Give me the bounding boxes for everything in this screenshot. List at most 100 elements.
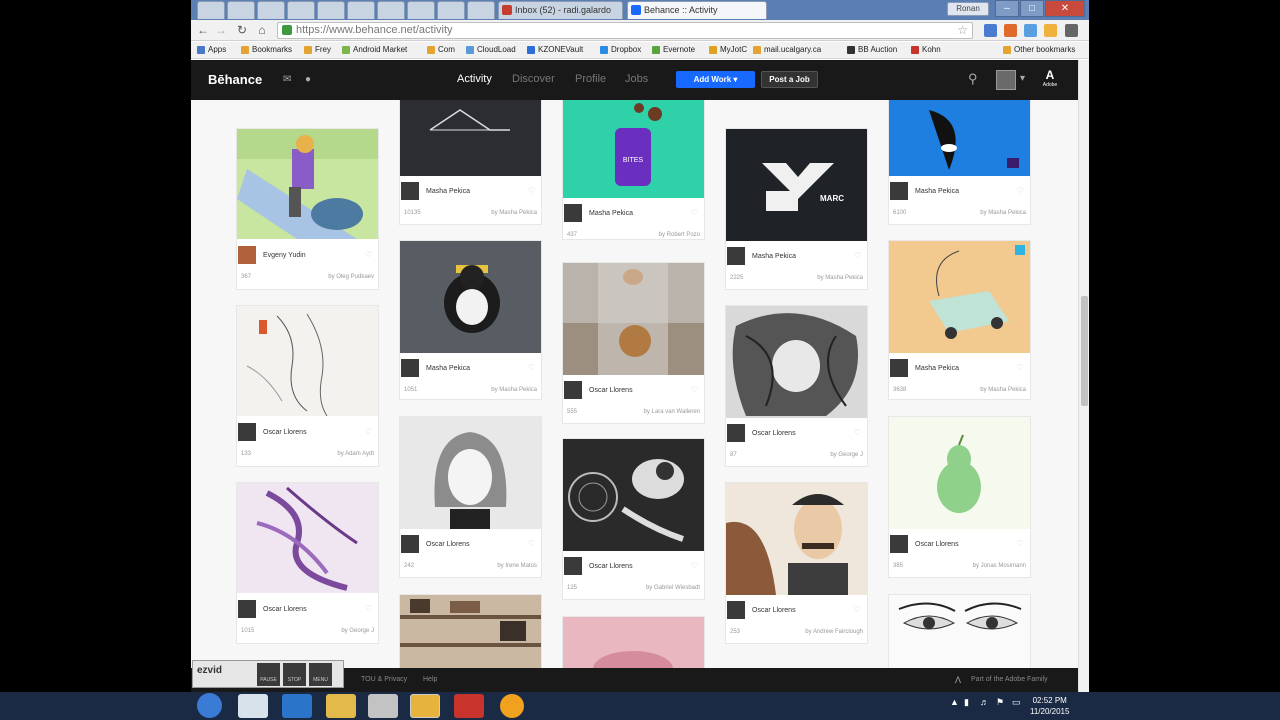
- card-owner[interactable]: by Masha Pekica: [491, 387, 537, 393]
- creator-name[interactable]: Masha Pekica: [915, 365, 959, 372]
- project-thumbnail-orca[interactable]: [889, 100, 1030, 176]
- appreciate-icon[interactable]: ♡: [528, 363, 535, 372]
- appreciate-icon[interactable]: ♡: [854, 428, 861, 437]
- project-card[interactable]: Oscar Llorens ♡ 385 by Jonas Mosimann: [888, 416, 1031, 578]
- bookmark-item[interactable]: Other bookmarks: [1003, 45, 1075, 54]
- creator-name[interactable]: Masha Pekica: [752, 253, 796, 260]
- project-card[interactable]: [562, 616, 705, 668]
- creator-avatar[interactable]: [401, 182, 419, 200]
- creator-name[interactable]: Masha Pekica: [426, 365, 470, 372]
- project-thumbnail-hair[interactable]: [726, 306, 867, 418]
- headphones-icon[interactable]: [500, 694, 524, 718]
- project-card[interactable]: Oscar Llorens ♡ 133 by Adam Aydt: [236, 305, 379, 467]
- creator-avatar[interactable]: [238, 423, 256, 441]
- project-card[interactable]: Evgeny Yudin ♡ 367 by Oleg Pudkaev: [236, 128, 379, 290]
- folder-icon[interactable]: [326, 694, 356, 718]
- project-card[interactable]: Masha Pekica ♡ 1051 by Masha Pekica: [399, 240, 542, 400]
- pinned-tab[interactable]: [407, 1, 435, 19]
- start-button[interactable]: [197, 693, 222, 718]
- network-icon[interactable]: ▮: [964, 697, 969, 708]
- pinned-tab[interactable]: [347, 1, 375, 19]
- creator-avatar[interactable]: [238, 600, 256, 618]
- card-owner[interactable]: by Masha Pekica: [980, 387, 1026, 393]
- card-owner[interactable]: by Masha Pekica: [817, 275, 863, 281]
- bookmark-item[interactable]: Apps: [197, 45, 226, 54]
- add-work-button[interactable]: Add Work ▾: [676, 71, 755, 88]
- card-owner[interactable]: by Masha Pekica: [980, 210, 1026, 216]
- pause-button[interactable]: PAUSE: [257, 663, 280, 686]
- stop-button[interactable]: STOP: [283, 663, 306, 686]
- project-card[interactable]: Masha Pekica ♡ 3638 by Masha Pekica: [888, 240, 1031, 400]
- extension-icon[interactable]: [1024, 24, 1037, 37]
- project-card[interactable]: Masha Pekica ♡ 6100 by Masha Pekica: [888, 100, 1031, 225]
- project-thumbnail-sketch[interactable]: [237, 306, 378, 416]
- maximize-icon[interactable]: □: [1020, 0, 1044, 17]
- scrollbar-thumb[interactable]: [1081, 296, 1088, 406]
- pinned-tab[interactable]: [467, 1, 495, 19]
- creator-avatar[interactable]: [564, 557, 582, 575]
- bookmark-item[interactable]: MyJotC: [709, 45, 747, 54]
- bookmark-item[interactable]: Evernote: [652, 45, 695, 54]
- card-owner[interactable]: by Lara van Walleren: [644, 409, 700, 415]
- nav-jobs[interactable]: Jobs: [625, 73, 648, 85]
- creator-name[interactable]: Evgeny Yudin: [263, 252, 306, 259]
- adobe-logo[interactable]: A Adobe: [1040, 68, 1060, 92]
- address-bar[interactable]: https://www.behance.net/activity ☆: [277, 22, 973, 39]
- pinned-tab[interactable]: [377, 1, 405, 19]
- home-icon[interactable]: ⌂: [254, 23, 270, 37]
- project-thumbnail-pink[interactable]: [563, 617, 704, 668]
- creator-avatar[interactable]: [401, 535, 419, 553]
- appreciate-icon[interactable]: ♡: [691, 385, 698, 394]
- extension-icon[interactable]: [1004, 24, 1017, 37]
- appreciate-icon[interactable]: ♡: [365, 250, 372, 259]
- bookmark-item[interactable]: Frey: [304, 45, 331, 54]
- pinned-tab[interactable]: [197, 1, 225, 19]
- project-thumbnail-logo[interactable]: MARC: [726, 129, 867, 241]
- app-icon[interactable]: [454, 694, 484, 718]
- notifications-icon[interactable]: ●: [305, 74, 311, 85]
- appreciate-icon[interactable]: ♡: [1017, 539, 1024, 548]
- reload-icon[interactable]: ↻: [234, 23, 250, 37]
- project-card[interactable]: Oscar Llorens ♡ 87 by George J: [725, 305, 868, 467]
- project-thumbnail-bites[interactable]: BITES: [563, 100, 704, 198]
- volume-icon[interactable]: ♬: [980, 697, 989, 707]
- back-icon[interactable]: ←: [195, 23, 211, 37]
- pinned-tab[interactable]: [287, 1, 315, 19]
- appreciate-icon[interactable]: ♡: [854, 251, 861, 260]
- appreciate-icon[interactable]: ♡: [1017, 363, 1024, 372]
- media-player-icon[interactable]: [368, 694, 398, 718]
- creator-name[interactable]: Masha Pekica: [915, 188, 959, 195]
- pinned-tab[interactable]: [437, 1, 465, 19]
- card-owner[interactable]: by Robert Pozo: [659, 232, 700, 238]
- project-card[interactable]: Oscar Llorens ♡ 242 by Irene Matos: [399, 416, 542, 578]
- extension-icon[interactable]: [984, 24, 997, 37]
- chevron-down-icon[interactable]: ▾: [1020, 73, 1025, 84]
- card-owner[interactable]: by George J: [341, 628, 374, 634]
- menu-button[interactable]: MENU: [309, 663, 332, 686]
- minimize-icon[interactable]: –: [995, 0, 1019, 17]
- search-icon[interactable]: ⚲: [968, 71, 978, 87]
- bookmark-item[interactable]: CloudLoad: [466, 45, 516, 54]
- creator-avatar[interactable]: [564, 381, 582, 399]
- appreciate-icon[interactable]: ♡: [528, 539, 535, 548]
- battery-icon[interactable]: ▭: [1012, 697, 1021, 708]
- appreciate-icon[interactable]: ♡: [528, 186, 535, 195]
- card-owner[interactable]: by Andrew Fairclough: [805, 629, 863, 635]
- project-card[interactable]: Oscar Llorens ♡ 1015 by George J: [236, 482, 379, 644]
- creator-avatar[interactable]: [890, 182, 908, 200]
- creator-avatar[interactable]: [564, 204, 582, 222]
- messages-icon[interactable]: ✉: [283, 74, 291, 85]
- tab-behance[interactable]: Behance :: Activity: [627, 1, 767, 19]
- project-thumbnail-panda[interactable]: [400, 241, 541, 353]
- behance-logo[interactable]: Bēhance: [208, 72, 262, 87]
- creator-avatar[interactable]: [890, 535, 908, 553]
- pinned-tab[interactable]: [227, 1, 255, 19]
- creator-name[interactable]: Oscar Llorens: [589, 563, 633, 570]
- post-job-button[interactable]: Post a Job: [761, 71, 818, 88]
- bookmark-item[interactable]: Kohn: [911, 45, 941, 54]
- project-card[interactable]: Oscar Llorens ♡ 125 by Gabriel Wiesbadt: [562, 438, 705, 600]
- creator-avatar[interactable]: [238, 246, 256, 264]
- footer-adobe-family[interactable]: Part of the Adobe Family: [971, 676, 1048, 683]
- creator-name[interactable]: Oscar Llorens: [589, 387, 633, 394]
- bookmark-item[interactable]: Com: [427, 45, 455, 54]
